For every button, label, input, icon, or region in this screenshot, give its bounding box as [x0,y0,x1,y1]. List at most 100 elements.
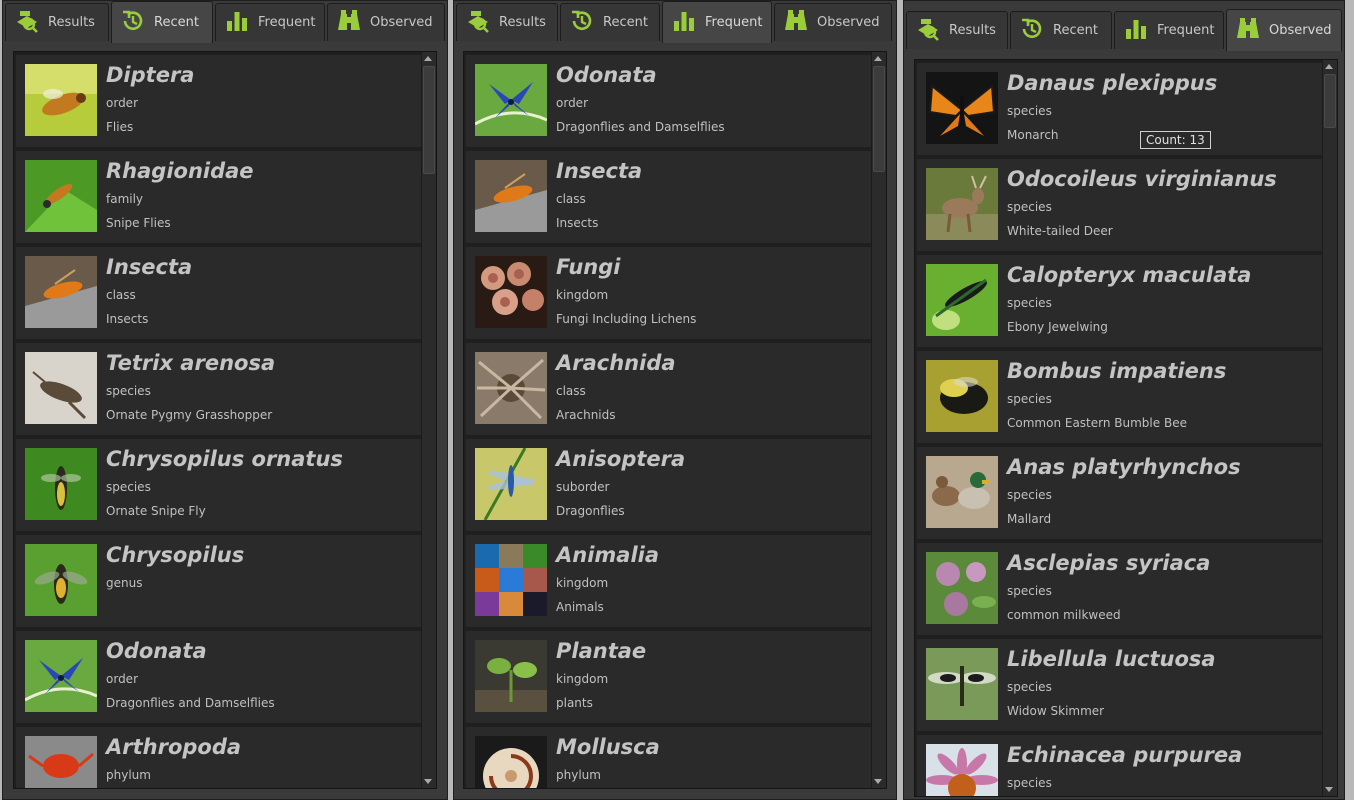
tab-frequent[interactable]: Frequent [215,3,325,41]
list-item[interactable]: Calopteryx maculata species Ebony Jewelw… [917,255,1323,347]
taxon-name: Echinacea purpurea [1007,743,1243,767]
tab-label: Frequent [705,15,763,30]
taxon-rank: phylum [556,768,601,782]
tab-bar: Results Recent Frequent Observed [456,1,894,43]
list-item[interactable]: Anas platyrhynchos species Mallard [917,447,1323,539]
common-name: Monarch [1007,128,1059,142]
taxon-rank: kingdom [556,576,609,590]
taxon-name: Tetrix arenosa [106,351,276,375]
taxon-photo [475,640,547,712]
taxon-name: Asclepias syriaca [1007,551,1211,575]
tab-recent[interactable]: Recent [560,3,660,41]
taxa-list[interactable]: Diptera order Flies Rhagionidae family S… [16,55,422,788]
bar-chart-icon [671,8,705,38]
taxon-rank: kingdom [556,288,609,302]
taxon-rank: order [106,672,138,686]
taxon-name: Fungi [556,255,621,279]
list-item[interactable]: Odocoileus virginianus species White-tai… [917,159,1323,251]
taxa-list-container: Odonata order Dragonflies and Damselflie… [463,51,887,789]
taxon-photo [926,552,998,624]
common-name: Insects [106,312,149,326]
taxon-photo [926,72,998,144]
list-item[interactable]: Odonata order Dragonflies and Damselflie… [16,631,422,723]
scrollbar-thumb[interactable] [1324,74,1336,128]
taxon-rank: species [1007,584,1052,598]
taxa-list[interactable]: Danaus plexippus species Monarch Odocoil… [917,63,1323,796]
tab-results[interactable]: Results [456,3,558,41]
list-item[interactable]: Bombus impatiens species Common Eastern … [917,351,1323,443]
list-item[interactable]: Libellula luctuosa species Widow Skimmer [917,639,1323,731]
tab-observed[interactable]: Observed [1226,9,1342,51]
list-item[interactable]: Insecta class Insects [466,151,872,243]
tab-results[interactable]: Results [906,11,1008,49]
list-item[interactable]: Mollusca phylum [466,727,872,788]
tab-observed[interactable]: Observed [774,3,892,41]
list-item[interactable]: Diptera order Flies [16,55,422,147]
scroll-up-icon[interactable] [874,56,882,61]
tab-label: Observed [1269,23,1332,38]
taxon-name: Chrysopilus [106,543,245,567]
tab-label: Observed [370,15,433,30]
scroll-down-icon[interactable] [874,779,882,784]
common-name: White-tailed Deer [1007,224,1113,238]
search-map-icon [14,8,48,38]
list-item[interactable]: Animalia kingdom Animals [466,535,872,627]
taxon-rank: order [556,96,588,110]
list-item[interactable]: Tetrix arenosa species Ornate Pygmy Gras… [16,343,422,435]
taxon-photo [475,256,547,328]
tab-recent[interactable]: Recent [111,1,213,43]
taxon-name: Insecta [106,255,193,279]
list-item[interactable]: Arthropoda phylum [16,727,422,788]
tab-frequent[interactable]: Frequent [662,1,772,43]
tab-label: Recent [603,15,648,30]
taxa-list[interactable]: Odonata order Dragonflies and Damselflie… [466,55,872,788]
frequent-panel: Results Recent Frequent Observed Odonata… [453,0,897,800]
common-name: Ornate Pygmy Grasshopper [106,408,273,422]
scroll-down-icon[interactable] [1325,787,1333,792]
list-item[interactable]: Anisoptera suborder Dragonflies [466,439,872,531]
taxon-photo [475,736,547,788]
scroll-up-icon[interactable] [1325,64,1333,69]
tab-results[interactable]: Results [5,3,109,41]
list-item[interactable]: Chrysopilus ornatus species Ornate Snipe… [16,439,422,531]
list-item[interactable]: Danaus plexippus species Monarch [917,63,1323,155]
taxon-name: Odonata [556,63,657,87]
tab-observed[interactable]: Observed [327,3,445,41]
scrollbar-thumb[interactable] [423,66,435,174]
list-item[interactable]: Arachnida class Arachnids [466,343,872,435]
taxon-photo [25,256,97,328]
list-item[interactable]: Chrysopilus genus [16,535,422,627]
common-name: Dragonflies [556,504,625,518]
taxon-rank: genus [106,576,143,590]
tab-recent[interactable]: Recent [1010,11,1112,49]
taxon-name: Anisoptera [556,447,686,471]
list-item[interactable]: Odonata order Dragonflies and Damselflie… [466,55,872,147]
history-icon [1019,16,1053,46]
taxon-rank: species [1007,680,1052,694]
common-name: Dragonflies and Damselflies [556,120,725,134]
scrollbar[interactable] [1322,60,1337,796]
list-item[interactable]: Insecta class Insects [16,247,422,339]
scrollbar[interactable] [421,52,436,788]
taxon-name: Rhagionidae [106,159,254,183]
common-name: Common Eastern Bumble Bee [1007,416,1187,430]
tab-frequent[interactable]: Frequent [1114,11,1224,49]
list-item[interactable]: Echinacea purpurea species [917,735,1323,796]
common-name: common milkweed [1007,608,1121,622]
scroll-up-icon[interactable] [424,56,432,61]
taxon-name: Libellula luctuosa [1007,647,1216,671]
taxon-rank: species [1007,200,1052,214]
scrollbar-thumb[interactable] [873,66,885,172]
taxon-rank: class [556,384,586,398]
list-item[interactable]: Asclepias syriaca species common milkwee… [917,543,1323,635]
list-item[interactable]: Fungi kingdom Fungi Including Lichens [466,247,872,339]
common-name: Ornate Snipe Fly [106,504,206,518]
scroll-down-icon[interactable] [424,779,432,784]
taxon-name: Plantae [556,639,647,663]
common-name: Snipe Flies [106,216,171,230]
scrollbar[interactable] [871,52,886,788]
common-name: Mallard [1007,512,1052,526]
list-item[interactable]: Rhagionidae family Snipe Flies [16,151,422,243]
taxon-name: Anas platyrhynchos [1007,455,1241,479]
list-item[interactable]: Plantae kingdom plants [466,631,872,723]
